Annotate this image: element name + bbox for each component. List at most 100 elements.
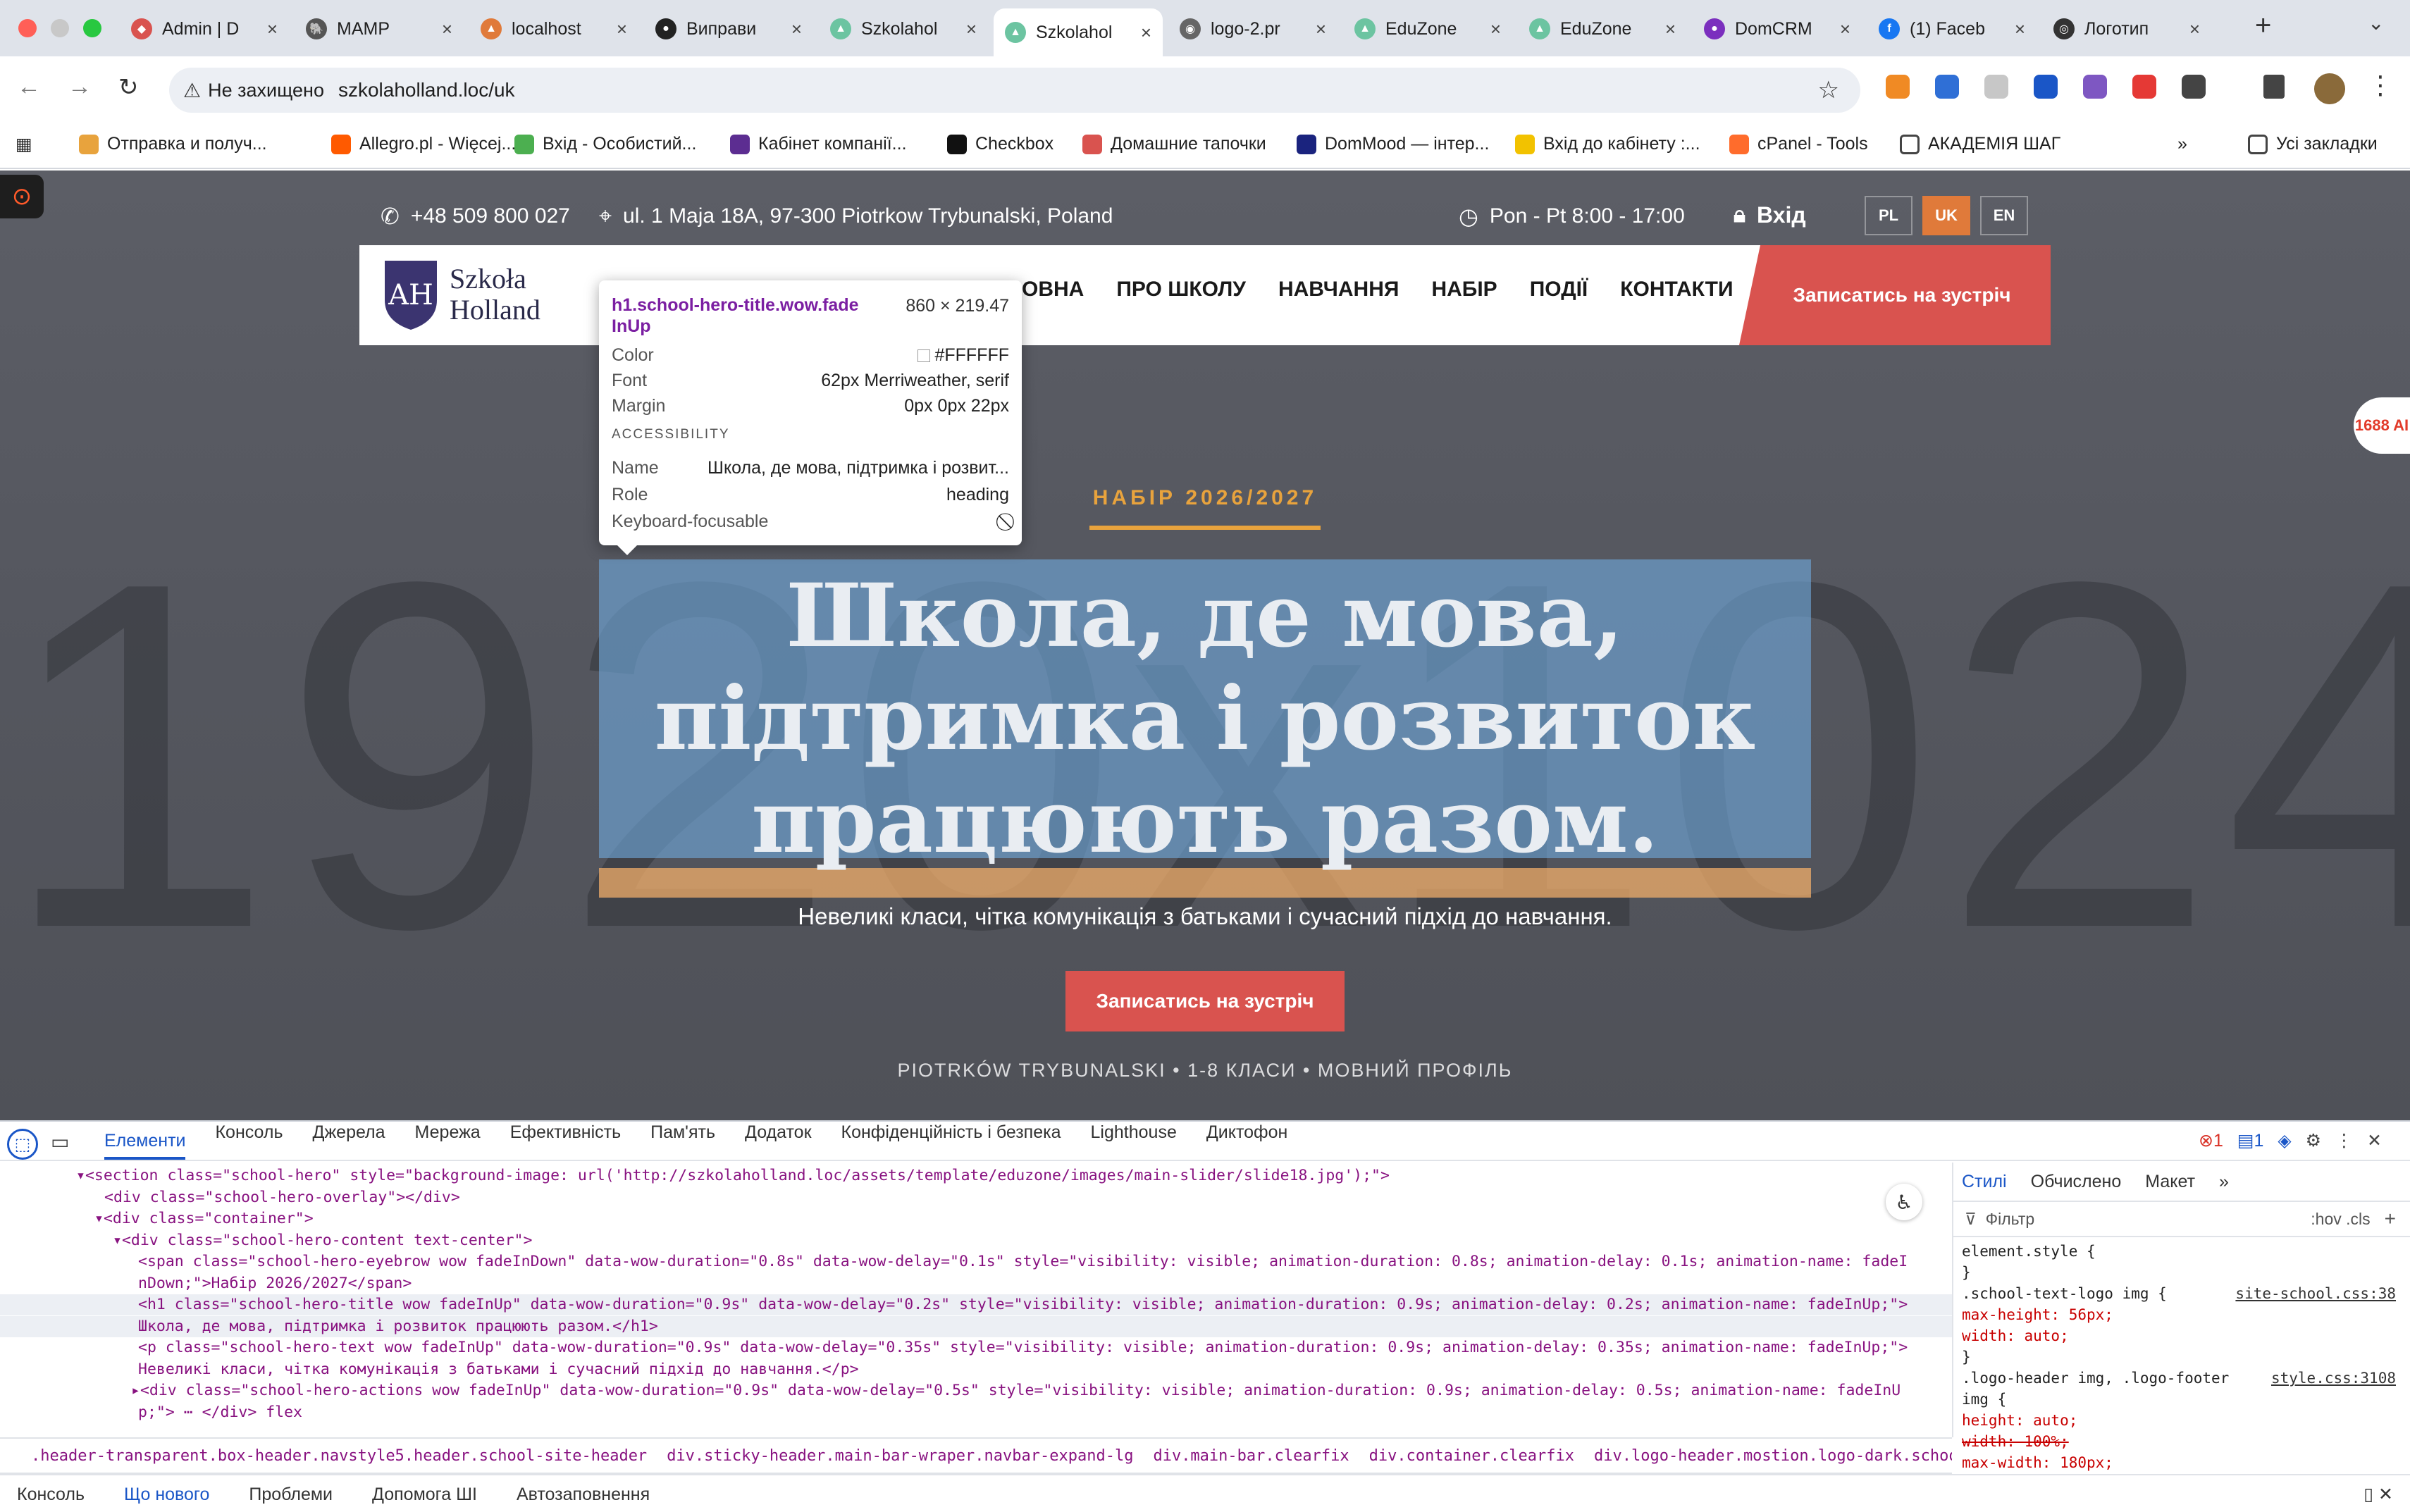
browser-tab[interactable]: ◎ Логотип × bbox=[2042, 8, 2211, 49]
browser-tab[interactable]: ▲ Szkolahol × bbox=[819, 8, 988, 49]
tab-layout[interactable]: Макет bbox=[2145, 1172, 2195, 1192]
css-rule-line[interactable]: element.style { bbox=[1962, 1241, 2403, 1261]
message-count-badge[interactable]: ▤1 bbox=[2237, 1130, 2264, 1151]
extension-icon[interactable] bbox=[2083, 75, 2107, 99]
browser-tab[interactable]: 🐘 MAMP × bbox=[295, 8, 464, 49]
css-rule-line[interactable]: max-height: 56px; bbox=[1962, 1305, 2403, 1325]
devtools-tab[interactable]: Консоль bbox=[215, 1122, 283, 1160]
ai-assistance-icon[interactable]: ◈ bbox=[2278, 1130, 2291, 1151]
css-rule-line[interactable]: width: auto; bbox=[1962, 1326, 2403, 1346]
css-rule-line[interactable]: } bbox=[1962, 1263, 2403, 1282]
devtools-tab[interactable]: Конфіденційність і безпека bbox=[841, 1122, 1061, 1160]
breadcrumb-item[interactable]: div.container.clearfix bbox=[1369, 1447, 1574, 1465]
browser-tab[interactable]: ◉ logo-2.pr × bbox=[1168, 8, 1337, 49]
window-maximize-button[interactable] bbox=[83, 19, 101, 37]
drawer-tab[interactable]: Автозаповнення bbox=[517, 1485, 650, 1505]
site-logo[interactable]: AH Szkoła Holland bbox=[382, 258, 540, 331]
nav-item-education[interactable]: НАВЧАННЯ bbox=[1278, 278, 1399, 302]
tab-close-icon[interactable]: × bbox=[617, 18, 627, 40]
nav-signup-button[interactable]: Записатись на зустріч bbox=[1739, 245, 2051, 345]
tab-close-icon[interactable]: × bbox=[966, 18, 977, 40]
tab-close-icon[interactable]: × bbox=[1490, 18, 1501, 40]
devtools-tab[interactable]: Пам'ять bbox=[650, 1122, 715, 1160]
bookmark-item[interactable]: АКАДЕМІЯ ШАГ bbox=[1900, 134, 2060, 154]
nav-item-events[interactable]: ПОДІЇ bbox=[1530, 278, 1588, 302]
drawer-tab[interactable]: Допомога ШІ bbox=[372, 1485, 477, 1505]
bookmark-item[interactable]: Вхід - Особистий... bbox=[514, 134, 696, 154]
drawer-tab[interactable]: Що нового bbox=[124, 1485, 209, 1505]
login-link[interactable]: 🔒︎ Вхід bbox=[1734, 202, 1806, 228]
bookmarks-overflow-icon[interactable]: » bbox=[2177, 134, 2187, 154]
ai-widget-button[interactable]: 1688 AI bbox=[2354, 397, 2410, 454]
tab-close-icon[interactable]: × bbox=[791, 18, 802, 40]
bookmark-item[interactable]: cPanel - Tools bbox=[1729, 134, 1868, 154]
lang-pl-button[interactable]: PL bbox=[1865, 196, 1912, 235]
styles-filter-input[interactable]: Фільтр bbox=[1986, 1210, 2311, 1229]
bookmark-item[interactable]: DomMood — інтер... bbox=[1297, 134, 1489, 154]
breadcrumb-item[interactable]: div.main-bar.clearfix bbox=[1153, 1447, 1349, 1465]
dom-node-line[interactable]: <p class="school-hero-text wow fadeInUp"… bbox=[138, 1337, 1908, 1358]
settings-gear-icon[interactable]: ⚙ bbox=[2306, 1130, 2321, 1151]
dom-node-line[interactable]: p;"> ⋯ </div> flex bbox=[138, 1402, 302, 1423]
extension-icon[interactable] bbox=[1984, 75, 2008, 99]
bookmark-star-icon[interactable]: ☆ bbox=[1818, 76, 1839, 104]
apps-grid-icon[interactable]: ▦ bbox=[16, 134, 32, 155]
inspect-element-icon[interactable]: ⬚ bbox=[7, 1129, 38, 1160]
css-rule-line[interactable]: height: auto; bbox=[1962, 1411, 2403, 1430]
dom-node-line[interactable]: ▾<div class="school-hero-content text-ce… bbox=[113, 1230, 532, 1251]
back-button[interactable]: ← bbox=[17, 73, 41, 101]
security-label[interactable]: Не захищено bbox=[208, 80, 324, 101]
address-bar[interactable]: ⚠ Не захищено szkolaholland.loc/uk ☆ bbox=[169, 68, 1860, 113]
css-rule-line[interactable]: .school-text-logo img {site-school.css:3… bbox=[1962, 1284, 2403, 1303]
accessibility-icon[interactable]: ♿︎ bbox=[1886, 1184, 1922, 1220]
bookmark-item[interactable]: Отправка и получ... bbox=[79, 134, 267, 154]
nav-item-contacts[interactable]: КОНТАКТИ bbox=[1620, 278, 1733, 302]
drawer-controls-icon[interactable]: ▯ ✕ bbox=[2363, 1484, 2393, 1505]
bookmark-item[interactable]: Домашние тапочки bbox=[1082, 134, 1266, 154]
tab-styles[interactable]: Стилі bbox=[1962, 1172, 2007, 1192]
dom-node-line[interactable]: Школа, де мова, підтримка і розвиток пра… bbox=[0, 1315, 1952, 1337]
hero-signup-button[interactable]: Записатись на зустріч bbox=[1065, 971, 1345, 1031]
drawer-tab[interactable]: Проблеми bbox=[249, 1485, 333, 1505]
tab-close-icon[interactable]: × bbox=[2015, 18, 2025, 40]
nav-item-admission[interactable]: НАБІР bbox=[1431, 278, 1497, 302]
dom-node-line[interactable]: Невеликі класи, чітка комунікація з бать… bbox=[138, 1359, 859, 1380]
breadcrumb-item[interactable]: div.sticky-header.main-bar-wraper.navbar… bbox=[667, 1447, 1133, 1465]
all-bookmarks[interactable]: Усі закладки bbox=[2248, 134, 2378, 154]
dom-node-line[interactable]: <span class="school-hero-eyebrow wow fad… bbox=[138, 1251, 1908, 1272]
tab-close-icon[interactable]: × bbox=[442, 18, 452, 40]
reload-button[interactable]: ↻ bbox=[118, 73, 139, 101]
device-toolbar-icon[interactable]: ▭ bbox=[51, 1130, 69, 1153]
css-rule-line[interactable]: } bbox=[1962, 1347, 2403, 1367]
close-devtools-icon[interactable]: ✕ bbox=[2367, 1130, 2382, 1151]
tab-close-icon[interactable]: × bbox=[1141, 22, 1151, 44]
profile-avatar[interactable] bbox=[2314, 73, 2345, 104]
more-tabs-icon[interactable]: » bbox=[2219, 1172, 2229, 1192]
devtools-tab[interactable]: Ефективність bbox=[510, 1122, 621, 1160]
css-rule-line[interactable]: .logo-header img, .logo-footer style.css:… bbox=[1962, 1368, 2403, 1388]
css-rule-line[interactable]: width: 100%; bbox=[1962, 1432, 2403, 1451]
screenshot-tool-icon[interactable]: ⊙ bbox=[0, 175, 44, 218]
devtools-tab[interactable]: Елементи bbox=[104, 1131, 186, 1160]
warning-icon[interactable]: ⚠ bbox=[183, 79, 201, 102]
dom-node-line[interactable]: ▾<section class="school-hero" style="bac… bbox=[76, 1165, 1390, 1186]
login-label[interactable]: Вхід bbox=[1757, 202, 1806, 228]
tab-close-icon[interactable]: × bbox=[1840, 18, 1850, 40]
topbar-phone[interactable]: ✆ +48 509 800 027 bbox=[381, 203, 570, 230]
drawer-tab[interactable]: Консоль bbox=[17, 1485, 85, 1505]
extension-icon[interactable] bbox=[1886, 75, 1910, 99]
new-rule-icon[interactable]: + bbox=[2385, 1208, 2396, 1230]
extensions-puzzle-icon[interactable] bbox=[2182, 75, 2206, 99]
css-source-link[interactable]: style.css:3108 bbox=[2271, 1368, 2396, 1388]
breadcrumb-item[interactable]: .header-transparent.box-header.navstyle5… bbox=[31, 1447, 647, 1465]
browser-tab[interactable]: ◆ Admin | D × bbox=[120, 8, 289, 49]
window-close-button[interactable] bbox=[18, 19, 37, 37]
extension-icon[interactable] bbox=[1935, 75, 1959, 99]
browser-tab[interactable]: f (1) Faceb × bbox=[1867, 8, 2037, 49]
dom-node-line[interactable]: <div class="school-hero-overlay"></div> bbox=[104, 1187, 460, 1208]
bookmark-item[interactable]: Вхід до кабінету :... bbox=[1515, 134, 1700, 154]
styles-filter-tools[interactable]: :hov .cls bbox=[2311, 1210, 2370, 1229]
lang-en-button[interactable]: EN bbox=[1980, 196, 2028, 235]
window-minimize-button[interactable] bbox=[51, 19, 69, 37]
tab-search-icon[interactable]: ⌄ bbox=[2368, 11, 2384, 35]
